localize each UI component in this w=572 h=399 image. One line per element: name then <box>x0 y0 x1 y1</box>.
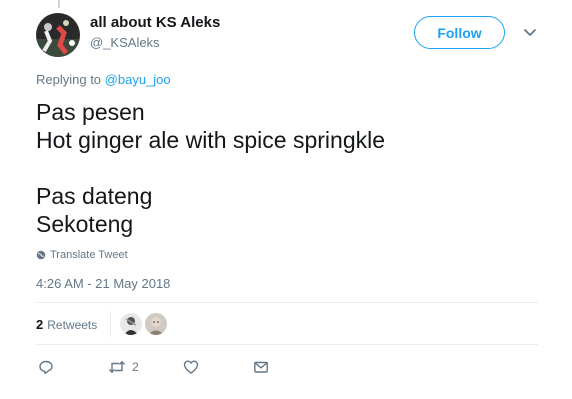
user-handle[interactable]: @_KSAleks <box>90 35 160 50</box>
divider <box>36 302 538 303</box>
retweet-button[interactable]: 2 <box>108 359 139 375</box>
retweeter-avatar[interactable] <box>145 313 167 335</box>
reply-button[interactable] <box>38 359 54 375</box>
retweet-icon <box>108 360 126 374</box>
retweeter-avatar[interactable] <box>120 313 142 335</box>
timestamp[interactable]: 4:26 AM - 21 May 2018 <box>36 276 170 291</box>
replying-prefix: Replying to <box>36 72 102 87</box>
stat-separator <box>110 311 111 337</box>
avatar[interactable] <box>36 13 80 57</box>
retweet-label: Retweets <box>47 317 98 332</box>
translate-tweet-link[interactable]: Translate Tweet <box>36 249 128 261</box>
direct-message-button[interactable] <box>253 359 269 375</box>
retweets-stat[interactable]: 2 Retweets <box>36 317 97 332</box>
like-icon <box>183 360 199 374</box>
divider <box>36 344 538 345</box>
reply-icon <box>39 360 53 375</box>
tweet-text: Pas pesen Hot ginger ale with spice spri… <box>36 99 386 237</box>
message-icon <box>254 361 268 373</box>
globe-icon <box>36 250 46 260</box>
retweet-action-count: 2 <box>132 360 139 374</box>
replying-to: Replying to @bayu_joo <box>36 72 171 87</box>
like-button[interactable] <box>183 359 199 375</box>
follow-button[interactable]: Follow <box>414 16 505 49</box>
replying-handle-link[interactable]: @bayu_joo <box>105 72 171 87</box>
tweet-actions: 2 <box>0 359 572 377</box>
translate-label: Translate Tweet <box>50 249 128 261</box>
thread-connector <box>58 0 60 8</box>
retweet-count: 2 <box>36 317 44 332</box>
display-name[interactable]: all about KS Aleks <box>90 14 220 31</box>
chevron-down-icon[interactable] <box>522 26 538 38</box>
